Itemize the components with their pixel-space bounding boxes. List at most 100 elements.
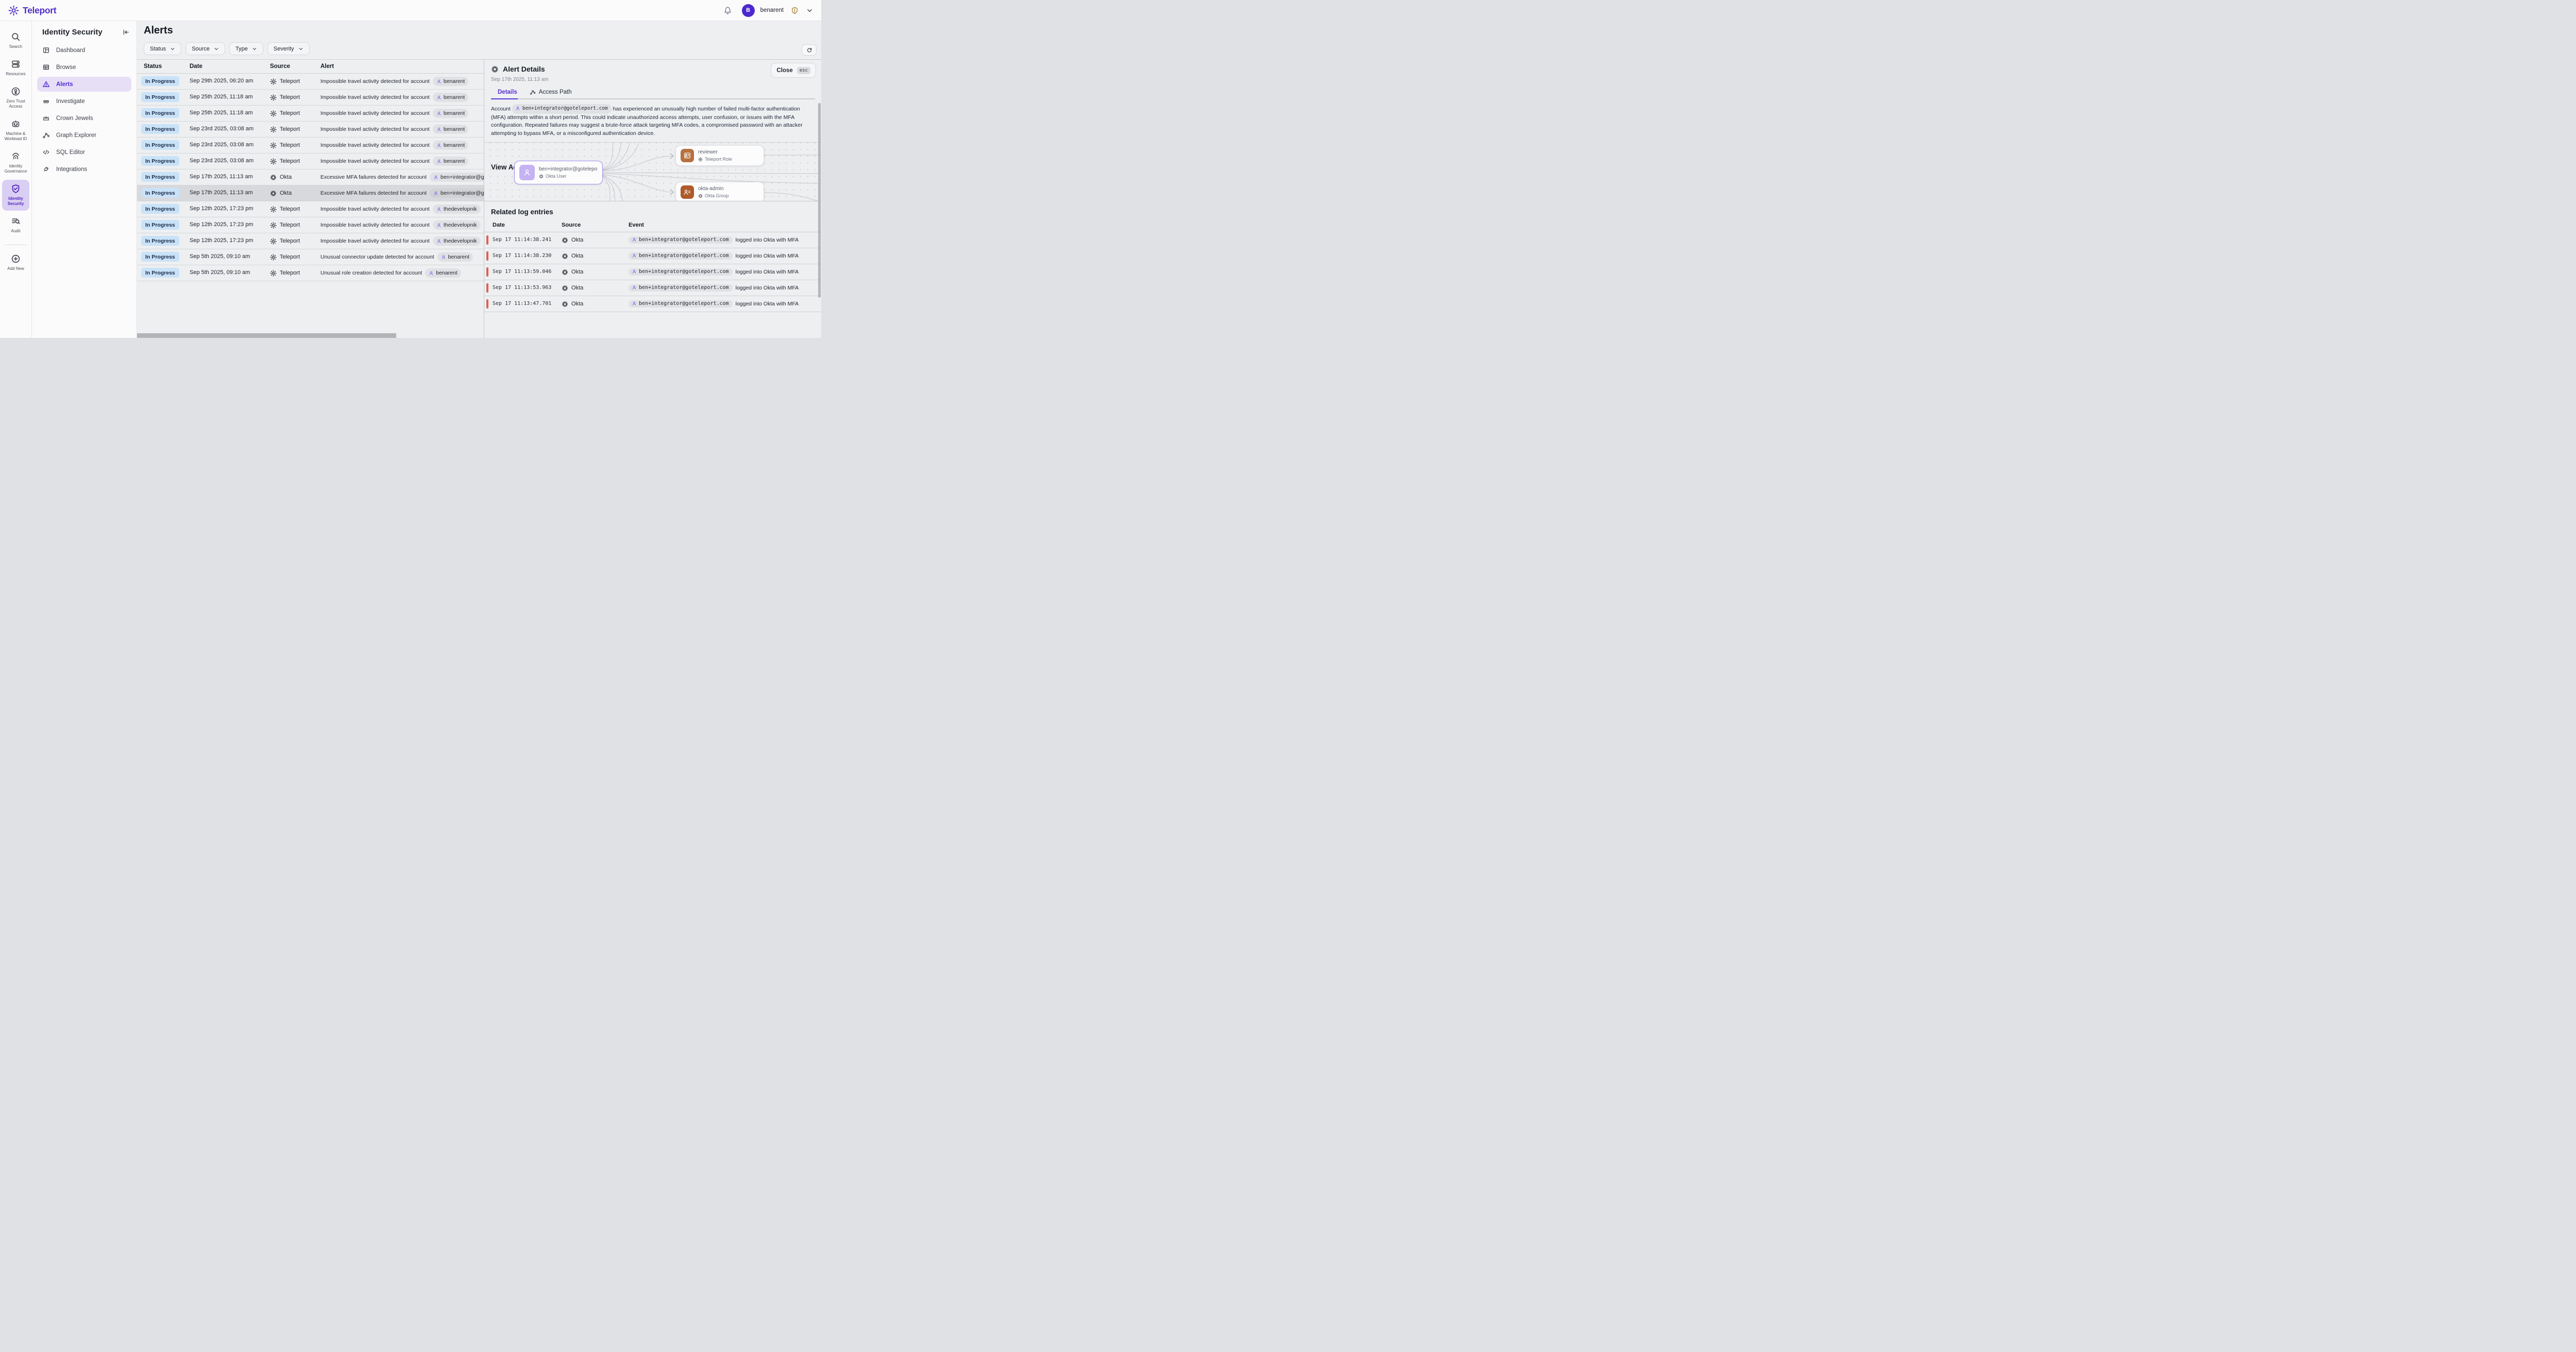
username[interactable]: benarent xyxy=(760,7,784,13)
refresh-button[interactable] xyxy=(802,44,817,56)
identity-security-sidebar: Identity Security Dashboard Browse Alert… xyxy=(32,21,137,338)
table-row[interactable]: In Progress Sep 17th 2025, 11:13 am Okta… xyxy=(137,169,484,185)
row-alert: Impossible travel activity detected for … xyxy=(320,233,484,249)
account-badge[interactable]: ben+integrator@goteleport.com xyxy=(629,252,733,260)
subnav-item-crown-jewels[interactable]: Crown Jewels xyxy=(37,111,131,126)
chevron-down-icon[interactable] xyxy=(806,7,813,14)
sidebar-item-add-new[interactable]: Add New xyxy=(2,250,29,276)
teleport-logo[interactable]: Teleport xyxy=(8,5,56,16)
account-badge[interactable]: benarent xyxy=(433,141,468,150)
log-row[interactable]: Sep 17 11:13:59.046 Okta ben+integrator@… xyxy=(484,264,821,280)
table-row[interactable]: In Progress Sep 25th 2025, 11:18 am Tele… xyxy=(137,106,484,122)
subnav-item-integrations[interactable]: Integrations xyxy=(37,162,131,177)
table-row[interactable]: In Progress Sep 5th 2025, 09:10 am Telep… xyxy=(137,265,484,281)
tab-details[interactable]: Details xyxy=(498,89,517,98)
account-badge[interactable]: benarent xyxy=(437,252,473,262)
table-row[interactable]: In Progress Sep 12th 2025, 17:23 pm Tele… xyxy=(137,217,484,233)
log-row[interactable]: Sep 17 11:13:47.701 Okta ben+integrator@… xyxy=(484,296,821,312)
sidebar-item-zero-trust-access[interactable]: Zero Trust Access xyxy=(2,82,29,113)
node-subtitle: Teleport Role xyxy=(705,157,732,162)
tab-access-path[interactable]: Access Path xyxy=(530,89,572,98)
log-row[interactable]: Sep 17 11:14:38.230 Okta ben+integrator@… xyxy=(484,248,821,264)
row-alert: Impossible travel activity detected for … xyxy=(320,106,484,121)
collapse-sidebar-icon[interactable] xyxy=(122,28,130,36)
table-row[interactable]: In Progress Sep 12th 2025, 17:23 pm Tele… xyxy=(137,201,484,217)
subnav-item-sql-editor[interactable]: SQL Editor xyxy=(37,145,131,160)
filter-status[interactable]: Status xyxy=(144,42,181,55)
subnav-item-graph-explorer[interactable]: Graph Explorer xyxy=(37,128,131,143)
account-badge[interactable]: benarent xyxy=(425,268,461,278)
filter-type[interactable]: Type xyxy=(229,42,263,55)
close-button[interactable]: Close esc xyxy=(771,63,816,78)
horizontal-scrollbar[interactable] xyxy=(137,333,396,338)
okta-icon xyxy=(562,253,568,260)
gear-icon xyxy=(270,78,277,85)
table-row[interactable]: In Progress Sep 12th 2025, 17:23 pm Tele… xyxy=(137,233,484,249)
subnav-item-alerts[interactable]: Alerts xyxy=(37,77,131,92)
log-row[interactable]: Sep 17 11:14:38.241 Okta ben+integrator@… xyxy=(484,232,821,248)
account-badge[interactable]: ben+integrator@goteleport.com xyxy=(512,104,612,114)
sidebar-item-search[interactable]: Search xyxy=(2,28,29,54)
row-date: Sep 5th 2025, 09:10 am xyxy=(190,253,250,260)
access-path-node-reviewer[interactable]: reviewer Teleport Role xyxy=(675,145,764,166)
account-badge[interactable]: benarent xyxy=(433,109,468,118)
filter-label: Source xyxy=(192,46,210,52)
esc-key-badge: esc xyxy=(797,67,810,74)
status-badge: In Progress xyxy=(141,204,179,214)
vertical-scrollbar[interactable] xyxy=(818,103,821,298)
person-icon xyxy=(632,269,637,275)
column-header-alert[interactable]: Alert xyxy=(320,63,334,70)
log-row[interactable]: Sep 17 11:13:53.963 Okta ben+integrator@… xyxy=(484,280,821,296)
avatar[interactable]: B xyxy=(742,4,755,17)
sidebar-item-audit[interactable]: Audit xyxy=(2,212,29,238)
column-header-status[interactable]: Status xyxy=(144,63,162,70)
subnav-item-investigate[interactable]: Investigate xyxy=(37,94,131,109)
shield-warning-icon[interactable] xyxy=(791,6,799,15)
table-row[interactable]: In Progress Sep 25th 2025, 11:18 am Tele… xyxy=(137,90,484,106)
account-badge[interactable]: ben+integrator@goteleport.com xyxy=(629,268,733,276)
row-date: Sep 25th 2025, 11:18 am xyxy=(190,110,253,116)
table-row[interactable]: In Progress Sep 23rd 2025, 03:08 am Tele… xyxy=(137,153,484,169)
column-header-date[interactable]: Date xyxy=(190,63,202,70)
filter-severity[interactable]: Severity xyxy=(267,42,310,55)
row-date: Sep 25th 2025, 11:18 am xyxy=(190,94,253,100)
table-row[interactable]: In Progress Sep 23rd 2025, 03:08 am Tele… xyxy=(137,122,484,138)
account-badge[interactable]: thedevelopnik xyxy=(433,236,481,246)
table-row[interactable]: In Progress Sep 5th 2025, 09:10 am Telep… xyxy=(137,249,484,265)
account-badge[interactable]: benarent xyxy=(433,157,468,166)
sidebar-item-identity-governance[interactable]: Identity Governance xyxy=(2,147,29,178)
account-badge[interactable]: ben+integrator@goteleport.com xyxy=(430,189,484,198)
subnav-item-dashboard[interactable]: Dashboard xyxy=(37,43,131,58)
subnav-item-browse[interactable]: Browse xyxy=(37,60,131,75)
access-path-node-okta-admin[interactable]: okta-admin Okta Group xyxy=(675,182,764,201)
account-badge[interactable]: ben+integrator@goteleport.com xyxy=(430,173,484,182)
account-badge[interactable]: thedevelopnik xyxy=(433,204,481,214)
table-row[interactable]: In Progress Sep 23rd 2025, 03:08 am Tele… xyxy=(137,138,484,153)
topbar-right: B benarent xyxy=(723,4,813,17)
account-badge[interactable]: ben+integrator@goteleport.com xyxy=(629,236,733,244)
subnav-item-label: Alerts xyxy=(56,81,73,88)
account-badge[interactable]: ben+integrator@goteleport.com xyxy=(629,300,733,307)
log-table-header: Date Source Event xyxy=(484,220,821,232)
account-badge[interactable]: ben+integrator@goteleport.com xyxy=(629,284,733,292)
access-path-node-user[interactable]: ben+integrator@goteleport.c... Okta User xyxy=(514,161,603,184)
sidebar-item-machine-workload-id[interactable]: Machine & Workload ID xyxy=(2,115,29,146)
filter-source[interactable]: Source xyxy=(185,42,225,55)
row-source: Teleport xyxy=(270,265,300,281)
status-badge: In Progress xyxy=(141,220,179,230)
notifications-bell-icon[interactable] xyxy=(723,6,732,15)
account-badge[interactable]: benarent xyxy=(433,77,468,86)
account-badge[interactable]: thedevelopnik xyxy=(433,220,481,230)
browse-icon xyxy=(42,63,50,71)
zerotrust-icon xyxy=(11,87,21,96)
column-header-source[interactable]: Source xyxy=(270,63,290,70)
row-date: Sep 29th 2025, 06:20 am xyxy=(190,78,253,84)
account-badge[interactable]: benarent xyxy=(433,125,468,134)
account-badge[interactable]: benarent xyxy=(433,93,468,102)
table-row[interactable]: In Progress Sep 29th 2025, 06:20 am Tele… xyxy=(137,74,484,90)
sidebar-item-identity-security[interactable]: Identity Security xyxy=(2,180,29,211)
row-alert: Excessive MFA failures detected for acco… xyxy=(320,169,484,185)
table-row[interactable]: In Progress Sep 17th 2025, 11:13 am Okta… xyxy=(137,185,484,201)
sidebar-item-label: Machine & Workload ID xyxy=(3,131,28,142)
sidebar-item-resources[interactable]: Resources xyxy=(2,55,29,81)
